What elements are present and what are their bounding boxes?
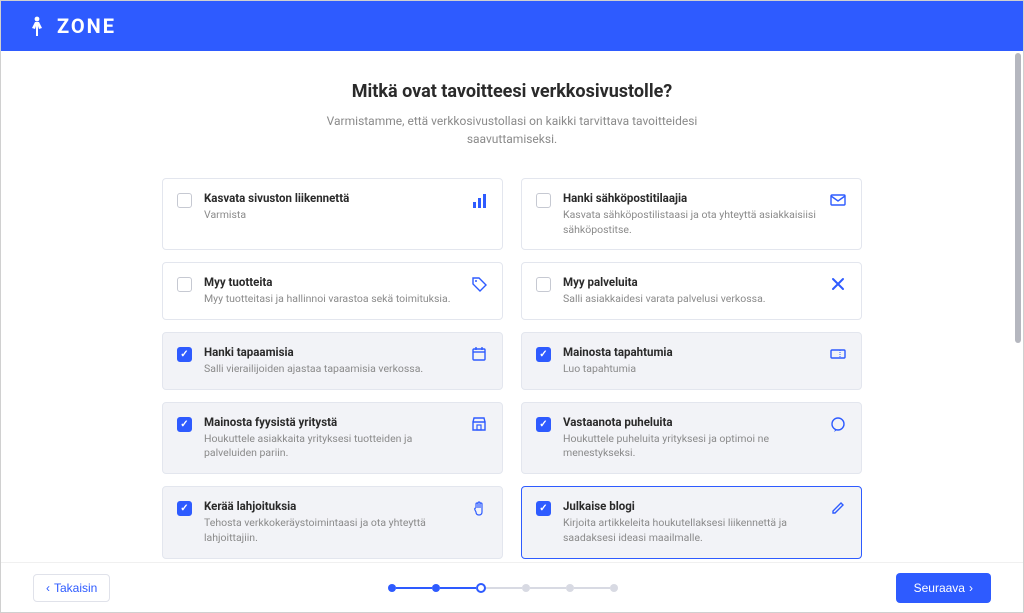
goal-title: Julkaise blogi <box>563 499 817 513</box>
step-dot <box>566 584 574 592</box>
goal-card-body: Kerää lahjoituksia Tehosta verkkokeräysto… <box>204 499 458 545</box>
goal-title: Mainosta fyysistä yritystä <box>204 415 458 429</box>
goal-card[interactable]: Hanki tapaamisia Salli vierailijoiden aja… <box>162 332 503 390</box>
goal-card-body: Kasvata sivuston liikennettä Varmista <box>204 191 458 223</box>
goal-title: Hanki tapaamisia <box>204 345 458 359</box>
brand-name: ZONE <box>57 14 116 38</box>
goal-card-body: Julkaise blogi Kirjoita artikkeleita houk… <box>563 499 817 545</box>
next-button[interactable]: Seuraava › <box>896 573 991 603</box>
step-dot <box>476 583 486 593</box>
goal-card-body: Mainosta tapahtumia Luo tapahtumia <box>563 345 817 377</box>
step-line <box>530 587 566 589</box>
step-line <box>574 587 610 589</box>
goal-checkbox[interactable] <box>177 277 192 292</box>
app-header: ZONE <box>1 1 1023 51</box>
goal-card[interactable]: Mainosta fyysistä yritystä Houkuttele asi… <box>162 402 503 474</box>
goal-desc: Luo tapahtumia <box>563 362 817 377</box>
app-frame: ZONE Mitkä ovat tavoitteesi verkkosivust… <box>0 0 1024 613</box>
hand-icon <box>470 499 488 517</box>
goal-title: Vastaanota puheluita <box>563 415 817 429</box>
goal-card[interactable]: Julkaise blogi Kirjoita artikkeleita houk… <box>521 486 862 558</box>
goal-card[interactable]: Mainosta tapahtumia Luo tapahtumia <box>521 332 862 390</box>
chevron-left-icon: ‹ <box>46 581 50 595</box>
goal-checkbox[interactable] <box>536 347 551 362</box>
goal-desc: Houkuttele asiakkaita yrityksesi tuottei… <box>204 432 458 461</box>
goal-title: Myy palveluita <box>563 275 817 289</box>
step-dot <box>388 584 396 592</box>
content-area[interactable]: Mitkä ovat tavoitteesi verkkosivustolle?… <box>1 51 1023 564</box>
goal-card[interactable]: Myy palveluita Salli asiakkaidesi varata … <box>521 262 862 320</box>
store-icon <box>470 415 488 433</box>
chevron-right-icon: › <box>969 581 973 595</box>
next-button-label: Seuraava <box>914 581 965 595</box>
goal-desc: Salli vierailijoiden ajastaa tapaamisia … <box>204 362 458 377</box>
goal-title: Kerää lahjoituksia <box>204 499 458 513</box>
goals-grid: Kasvata sivuston liikennettä Varmista Hank… <box>162 178 862 564</box>
chat-icon <box>829 415 847 433</box>
goal-checkbox[interactable] <box>536 193 551 208</box>
goal-desc: Varmista <box>204 208 458 223</box>
goal-desc: Tehosta verkkokeräystoimintaasi ja ota y… <box>204 516 458 545</box>
goal-checkbox[interactable] <box>536 417 551 432</box>
goal-card[interactable]: Vastaanota puheluita Houkuttele puheluita… <box>521 402 862 474</box>
tag-icon <box>470 275 488 293</box>
step-dot <box>522 584 530 592</box>
goal-card-body: Myy tuotteita Myy tuotteitasi ja hallinno… <box>204 275 458 307</box>
goal-desc: Myy tuotteitasi ja hallinnoi varastoa se… <box>204 292 458 307</box>
goal-card[interactable]: Hanki sähköpostitilaajia Kasvata sähköpos… <box>521 178 862 250</box>
goal-card[interactable]: Myy tuotteita Myy tuotteitasi ja hallinno… <box>162 262 503 320</box>
goal-title: Hanki sähköpostitilaajia <box>563 191 817 205</box>
calendar-icon <box>470 345 488 363</box>
goal-checkbox[interactable] <box>177 417 192 432</box>
goal-card[interactable]: Kasvata sivuston liikennettä Varmista <box>162 178 503 250</box>
goal-card-body: Myy palveluita Salli asiakkaidesi varata … <box>563 275 817 307</box>
goal-checkbox[interactable] <box>177 501 192 516</box>
goal-title: Myy tuotteita <box>204 275 458 289</box>
ticket-icon <box>829 345 847 363</box>
goal-checkbox[interactable] <box>177 347 192 362</box>
mail-icon <box>829 191 847 209</box>
page-title: Mitkä ovat tavoitteesi verkkosivustolle? <box>41 81 983 102</box>
footer-bar: ‹ Takaisin Seuraava › <box>1 562 1023 612</box>
goal-title: Kasvata sivuston liikennettä <box>204 191 458 205</box>
logo-icon <box>25 14 49 38</box>
goal-card[interactable]: Kerää lahjoituksia Tehosta verkkokeräysto… <box>162 486 503 558</box>
step-line <box>486 587 522 589</box>
edit-icon <box>829 499 847 517</box>
back-button[interactable]: ‹ Takaisin <box>33 574 110 602</box>
step-dot <box>610 584 618 592</box>
goal-title: Mainosta tapahtumia <box>563 345 817 359</box>
step-line <box>440 587 476 589</box>
goal-desc: Kirjoita artikkeleita houkutellaksesi li… <box>563 516 817 545</box>
step-dot <box>432 584 440 592</box>
step-line <box>396 587 432 589</box>
tools-icon <box>829 275 847 293</box>
goal-desc: Kasvata sähköpostilistaasi ja ota yhteyt… <box>563 208 817 237</box>
goal-card-body: Vastaanota puheluita Houkuttele puheluita… <box>563 415 817 461</box>
scrollbar-thumb[interactable] <box>1015 53 1021 343</box>
bars-icon <box>470 191 488 209</box>
goal-checkbox[interactable] <box>536 277 551 292</box>
brand-logo: ZONE <box>25 14 116 38</box>
goal-desc: Salli asiakkaidesi varata palvelusi verk… <box>563 292 817 307</box>
goal-checkbox[interactable] <box>177 193 192 208</box>
goal-card-body: Mainosta fyysistä yritystä Houkuttele asi… <box>204 415 458 461</box>
back-button-label: Takaisin <box>54 581 97 595</box>
goal-checkbox[interactable] <box>536 501 551 516</box>
goal-card-body: Hanki sähköpostitilaajia Kasvata sähköpos… <box>563 191 817 237</box>
goal-desc: Houkuttele puheluita yrityksesi ja optim… <box>563 432 817 461</box>
page-subtitle: Varmistamme, että verkkosivustollasi on … <box>282 112 742 148</box>
goal-card-body: Hanki tapaamisia Salli vierailijoiden aja… <box>204 345 458 377</box>
progress-stepper <box>388 583 618 593</box>
